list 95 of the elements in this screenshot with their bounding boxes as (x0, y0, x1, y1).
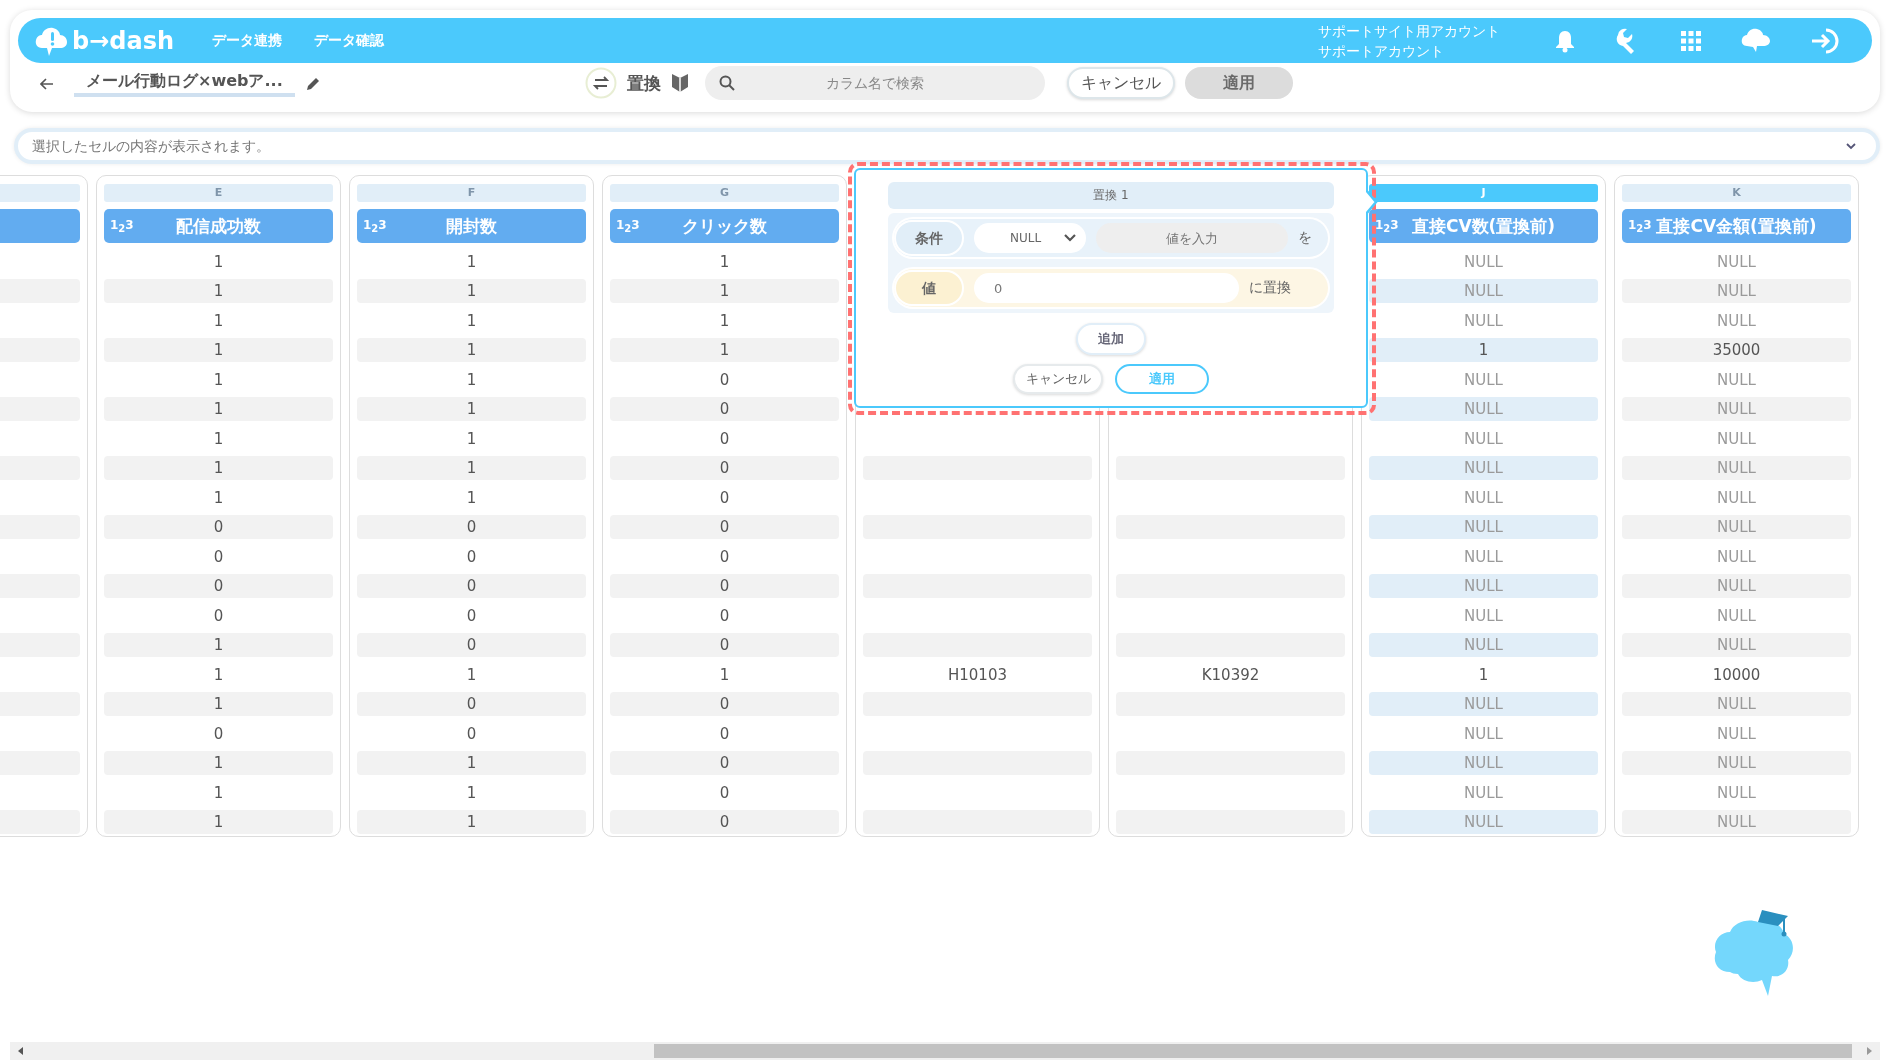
table-cell[interactable]: 1 (104, 456, 333, 481)
table-cell[interactable]: 1 (357, 751, 586, 776)
table-cell[interactable]: 1 (357, 485, 586, 510)
number-type-label: 1$_{2}$3 (110, 217, 134, 235)
number-type-label: 1$_{2}$3 (363, 217, 387, 235)
value-label: 値 (894, 270, 964, 306)
logo-text: b→dash (72, 26, 175, 55)
table-cell[interactable]: 1 (104, 485, 333, 510)
table-cell[interactable]: 1 (357, 308, 586, 333)
cell-content-field[interactable]: 選択したセルの内容が表示されます。 (14, 128, 1880, 164)
number-type-label: 1$_{2}$3 (616, 217, 640, 235)
table-cell[interactable]: 1 (357, 810, 586, 835)
table-cell[interactable]: 0 (610, 751, 839, 776)
table-cell[interactable]: 1 (104, 338, 333, 363)
table-cell[interactable]: 1 (104, 633, 333, 658)
table-cell[interactable]: 35000 (1622, 338, 1851, 363)
column-name: 直接CV数(置換前) (1411, 214, 1556, 238)
table-cell[interactable]: 1 (104, 367, 333, 392)
table-cell[interactable]: 0 (610, 367, 839, 392)
table-cell[interactable]: 0 (610, 692, 839, 717)
replacement-value-field[interactable]: 0 (974, 273, 1239, 303)
cancel-button[interactable]: キャンセル (1013, 364, 1103, 394)
table-cell[interactable]: 1 (357, 367, 586, 392)
condition-label: 条件 (894, 220, 964, 256)
table-cell[interactable]: 0 (357, 721, 586, 746)
table-cell[interactable]: 0 (357, 692, 586, 717)
column-name: 配信成功数 (176, 214, 261, 238)
table-cell[interactable]: 1 (104, 751, 333, 776)
table-cell[interactable]: 0 (104, 721, 333, 746)
table-cell[interactable]: 1 (610, 662, 839, 687)
mode-label: 置換 (627, 71, 661, 95)
table-cell[interactable]: 0 (610, 544, 839, 569)
table-cell[interactable]: 1 (357, 249, 586, 274)
table-cell[interactable]: 0 (610, 603, 839, 628)
column-name: 直接CV金額(置換前) (1656, 214, 1817, 238)
table-cell[interactable]: 0 (610, 633, 839, 658)
table-cell[interactable]: 1 (610, 308, 839, 333)
table-cell[interactable]: 0 (610, 456, 839, 481)
table-cell[interactable]: 1 (104, 397, 333, 422)
table-cell[interactable]: 0 (610, 721, 839, 746)
document-title[interactable]: メール行動ログ×webア... (74, 70, 295, 97)
add-button[interactable]: 追加 (1076, 323, 1146, 355)
table-cell[interactable]: 0 (610, 426, 839, 451)
table-cell[interactable]: 0 (104, 515, 333, 540)
particle-text: を (1298, 229, 1312, 247)
table-cell[interactable]: 0 (610, 810, 839, 835)
replace-rule-title: 置換 1 (888, 182, 1334, 209)
table-cell[interactable]: 1 (104, 279, 333, 304)
table-cell[interactable]: 0 (610, 515, 839, 540)
operator-dropdown[interactable]: NULL (974, 223, 1086, 253)
table-cell[interactable]: 1 (1369, 662, 1598, 687)
table-cell[interactable]: 1 (357, 338, 586, 363)
table-cell[interactable]: 1 (357, 279, 586, 304)
table-cell[interactable]: 1 (610, 279, 839, 304)
account-name: サポートサイト用アカウント (1318, 21, 1500, 41)
table-cell[interactable]: 1 (357, 397, 586, 422)
table-cell[interactable]: 0 (610, 780, 839, 805)
table-cell[interactable]: 1 (104, 426, 333, 451)
table-cell[interactable]: 1 (104, 308, 333, 333)
column-name: 開封数 (446, 214, 497, 238)
account-name: サポートアカウント (1318, 41, 1445, 61)
table-cell[interactable]: 1 (104, 810, 333, 835)
table-cell[interactable]: 0 (357, 574, 586, 599)
table-cell[interactable]: 0 (610, 485, 839, 510)
table-cell[interactable]: 0 (610, 574, 839, 599)
table-cell[interactable]: 0 (357, 544, 586, 569)
table-cell[interactable]: H10103 (863, 662, 1092, 687)
table-cell[interactable]: 1 (104, 780, 333, 805)
table-cell[interactable]: 1 (104, 692, 333, 717)
table-cell[interactable]: 1 (357, 780, 586, 805)
replace-suffix: に置換 (1249, 279, 1291, 297)
table-cell[interactable]: 1 (104, 662, 333, 687)
table-cell[interactable]: K10392 (1116, 662, 1345, 687)
column-name: クリック数 (682, 214, 767, 238)
table-cell[interactable]: 1 (610, 338, 839, 363)
table-cell[interactable]: 0 (357, 515, 586, 540)
number-type-label: 1$_{2}$3 (1628, 217, 1652, 235)
table-cell[interactable]: 0 (104, 603, 333, 628)
search-field[interactable]: カラム名で検索 (705, 66, 1045, 100)
table-cell[interactable]: 0 (610, 397, 839, 422)
table-cell[interactable]: 1 (357, 662, 586, 687)
table-cell[interactable]: 1 (357, 456, 586, 481)
table-cell[interactable]: 0 (357, 603, 586, 628)
condition-value-field[interactable]: 値を入力 (1096, 223, 1288, 253)
table-cell[interactable]: 1 (1369, 338, 1598, 363)
table-cell[interactable]: 1 (104, 249, 333, 274)
cancel-button[interactable]: キャンセル (1067, 67, 1175, 99)
table-cell[interactable]: 1 (610, 249, 839, 274)
apply-button[interactable]: 適用 (1185, 67, 1293, 99)
table-cell[interactable]: 1 (357, 426, 586, 451)
number-type-label: 1$_{2}$3 (1375, 217, 1399, 235)
table-cell[interactable]: 0 (104, 544, 333, 569)
table-cell[interactable]: 10000 (1622, 662, 1851, 687)
table-cell[interactable]: 0 (357, 633, 586, 658)
table-cell[interactable]: 0 (104, 574, 333, 599)
